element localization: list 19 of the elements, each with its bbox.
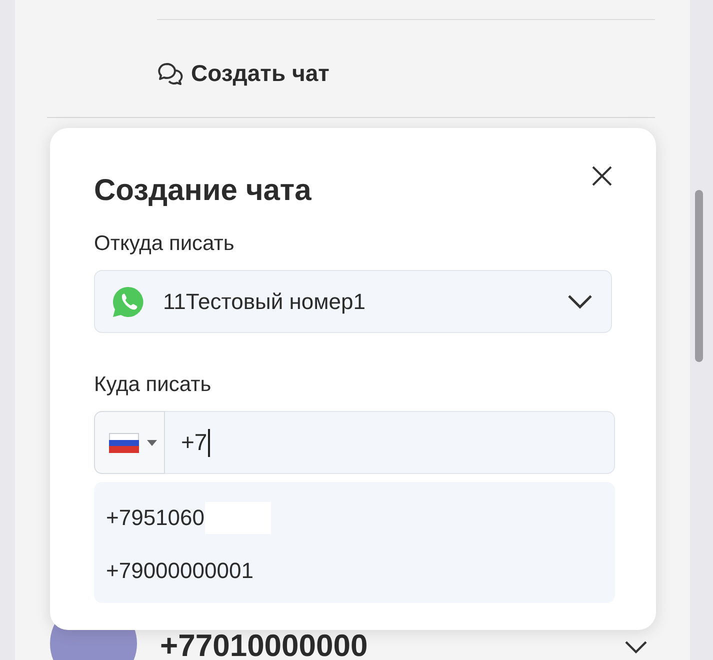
country-select[interactable] — [94, 411, 165, 474]
suggestion-item[interactable]: +7951060 — [106, 505, 204, 531]
suggestion-item[interactable]: +79000000001 — [106, 558, 254, 584]
scrollbar[interactable] — [695, 190, 703, 362]
chevron-down-icon — [567, 294, 593, 309]
contact-number: +77010000000 — [160, 627, 368, 660]
close-icon[interactable] — [592, 166, 612, 186]
phone-input[interactable]: +7 — [165, 411, 615, 474]
caret-icon — [147, 440, 157, 446]
field-label: Куда писать — [94, 373, 212, 397]
create-chat-button[interactable]: Создать чат — [157, 60, 330, 87]
text-cursor — [208, 428, 210, 456]
chat-bubbles-icon — [157, 62, 183, 86]
chevron-down-icon[interactable] — [624, 640, 648, 654]
flag-icon — [109, 432, 139, 452]
chat-phone-icon — [111, 284, 145, 318]
field-label: Откуда писать — [94, 232, 234, 256]
dialog-title: Создание чата — [94, 174, 312, 208]
sender-select[interactable]: 11Тестовый номер1 — [94, 270, 612, 333]
